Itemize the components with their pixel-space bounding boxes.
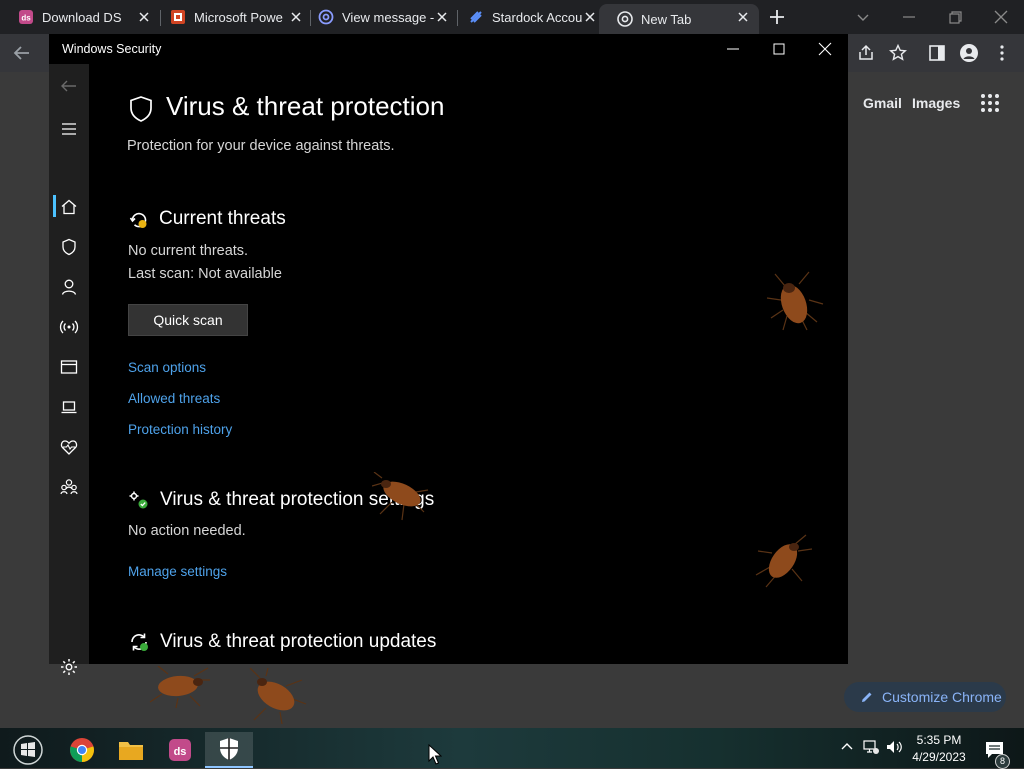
updates-refresh-check-icon [131, 633, 148, 651]
chrome-icon [70, 738, 94, 762]
cockroach-sprite [755, 534, 812, 588]
back-arrow-icon[interactable] [12, 43, 32, 63]
manage-settings-link[interactable]: Manage settings [128, 564, 227, 579]
tab-search-chevron-icon[interactable] [852, 6, 874, 28]
maximize-icon[interactable] [770, 40, 788, 58]
shield-icon[interactable] [59, 237, 79, 257]
taskbar-windows-security[interactable] [205, 732, 253, 768]
stardock-icon [470, 11, 482, 23]
profile-avatar-icon[interactable] [959, 43, 979, 63]
tab-stardock-account[interactable]: Stardock Accou [450, 4, 606, 30]
title-bar: Windows Security [49, 34, 848, 64]
nav-selection-indicator [53, 195, 56, 217]
last-scan-text: Last scan: Not available [128, 266, 282, 282]
cockroach-sprite [766, 271, 824, 331]
kebab-menu-icon[interactable] [992, 43, 1012, 63]
system-clock[interactable]: 5:35 PM 4/29/2023 [905, 732, 973, 766]
no-current-threats-text: No current threats. [128, 243, 249, 259]
close-tab-icon[interactable] [434, 9, 450, 25]
taskbar-file-explorer[interactable] [107, 732, 155, 768]
scan-options-link[interactable]: Scan options [128, 360, 206, 375]
clock-date: 4/29/2023 [912, 750, 966, 764]
windows-security-window: Windows Security Virus & threat protecti… [49, 34, 848, 675]
google-apps-icon[interactable] [980, 93, 1000, 113]
start-windows-orb-icon [13, 735, 43, 765]
taskbar-ds-app[interactable]: ds [156, 732, 204, 768]
cockroach-sprite [149, 666, 210, 708]
tab-microsoft-powerpoint[interactable]: Microsoft Powe [152, 4, 312, 30]
navigation-rail [49, 64, 89, 675]
share-icon[interactable] [856, 43, 876, 63]
tab-download-ds[interactable]: ds Download DS [0, 4, 160, 30]
cockroach-sprite [249, 668, 307, 724]
minimize-icon[interactable] [724, 40, 742, 58]
side-panel-icon[interactable] [927, 43, 947, 63]
close-tab-icon[interactable] [735, 9, 751, 25]
restore-icon[interactable] [944, 6, 966, 28]
powerpoint-icon [171, 10, 185, 24]
tab-view-message[interactable]: View message - [300, 4, 458, 30]
app-browser-control-icon[interactable] [59, 357, 79, 377]
window-title: Windows Security [62, 42, 162, 56]
shield-icon [220, 738, 238, 760]
family-options-icon[interactable] [59, 477, 79, 497]
chrome-icon [617, 11, 633, 27]
close-tab-icon[interactable] [582, 9, 598, 25]
images-link[interactable]: Images [912, 95, 960, 111]
clock-time: 5:35 PM [916, 733, 962, 747]
mouse-cursor-icon [428, 744, 442, 765]
notification-count-badge: 8 [995, 754, 1010, 769]
taskbar-chrome[interactable] [58, 732, 106, 768]
current-threats-heading: Current threats [159, 208, 286, 229]
home-icon[interactable] [59, 197, 79, 217]
minimize-icon[interactable] [898, 6, 920, 28]
history-refresh-icon [129, 212, 147, 228]
svg-text:ds: ds [21, 14, 31, 23]
show-hidden-icons-chevron-icon[interactable] [838, 738, 856, 756]
no-action-needed-text: No action needed. [128, 523, 246, 539]
chrome-tab-strip: ds Download DS Microsoft Powe View messa… [0, 0, 1024, 34]
back-arrow-icon[interactable] [59, 76, 79, 96]
volume-speaker-icon[interactable] [885, 738, 903, 756]
settings-gears-check-icon [129, 491, 148, 509]
protection-history-link[interactable]: Protection history [128, 422, 232, 437]
allowed-threats-link[interactable]: Allowed threats [128, 391, 220, 406]
folder-icon [119, 742, 143, 760]
page-subtitle: Protection for your device against threa… [127, 138, 395, 154]
pencil-icon [862, 692, 872, 702]
cockroach-sprite [372, 472, 429, 521]
quick-scan-button[interactable]: Quick scan [128, 304, 248, 336]
device-health-heart-icon[interactable] [59, 437, 79, 457]
svg-text:ds: ds [174, 746, 187, 758]
ds-icon: ds [169, 739, 191, 761]
tab-new-tab[interactable]: New Tab [599, 4, 759, 34]
firewall-network-icon[interactable] [59, 317, 79, 337]
close-window-icon[interactable] [990, 6, 1012, 28]
network-icon[interactable] [862, 738, 880, 756]
at-sign-icon [318, 9, 334, 25]
gmail-link[interactable]: Gmail [863, 95, 902, 111]
hamburger-menu-icon[interactable] [59, 119, 79, 139]
ds-icon: ds [19, 10, 33, 24]
page-title: Virus & threat protection [166, 91, 445, 121]
settings-gear-icon[interactable] [59, 657, 79, 677]
updates-heading: Virus & threat protection updates [160, 631, 437, 652]
main-content: Virus & threat protection Protection for… [89, 64, 848, 664]
action-center-button[interactable]: 8 [980, 732, 1010, 769]
taskbar: ds 8 [0, 728, 1024, 769]
device-security-laptop-icon[interactable] [59, 397, 79, 417]
new-tab-plus-icon[interactable] [768, 8, 786, 26]
close-tab-icon[interactable] [136, 9, 152, 25]
bookmark-star-icon[interactable] [888, 43, 908, 63]
customize-chrome-button[interactable]: Customize Chrome [844, 682, 1006, 712]
account-person-icon[interactable] [59, 277, 79, 297]
shield-icon [130, 96, 152, 122]
close-window-icon[interactable] [816, 40, 834, 58]
start-button[interactable] [4, 732, 52, 768]
